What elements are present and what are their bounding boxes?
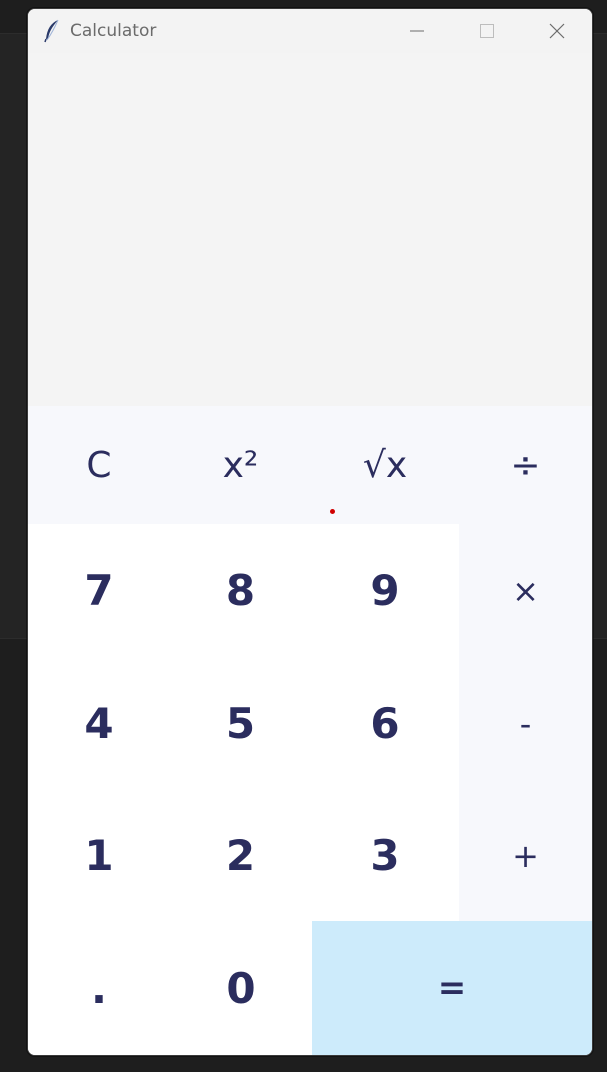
add-button[interactable]: + <box>459 790 592 921</box>
close-icon <box>549 23 565 39</box>
digit-7-button[interactable]: 7 <box>28 524 170 657</box>
equals-button[interactable]: = <box>312 921 592 1055</box>
calculator-window: Calculator C x² √x ÷ 7 8 9 × 4 5 6 - 1 2… <box>27 8 593 1056</box>
subtract-button[interactable]: - <box>459 657 592 790</box>
title-bar[interactable]: Calculator <box>28 9 592 53</box>
sqrt-button[interactable]: √x <box>311 406 459 524</box>
calculator-display <box>28 53 592 406</box>
feather-icon <box>42 19 62 43</box>
clear-button[interactable]: C <box>28 406 170 524</box>
square-button[interactable]: x² <box>170 406 311 524</box>
digit-1-button[interactable]: 1 <box>28 790 170 921</box>
maximize-icon <box>480 24 494 38</box>
minimize-icon <box>410 30 424 32</box>
cursor-marker <box>330 509 335 514</box>
digit-0-button[interactable]: 0 <box>170 921 312 1055</box>
multiply-button[interactable]: × <box>459 524 592 657</box>
digit-3-button[interactable]: 3 <box>311 790 459 921</box>
digit-2-button[interactable]: 2 <box>170 790 311 921</box>
digit-8-button[interactable]: 8 <box>170 524 311 657</box>
maximize-button[interactable] <box>452 9 522 53</box>
divide-button[interactable]: ÷ <box>459 406 592 524</box>
minimize-button[interactable] <box>382 9 452 53</box>
digit-6-button[interactable]: 6 <box>311 657 459 790</box>
close-button[interactable] <box>522 9 592 53</box>
digit-5-button[interactable]: 5 <box>170 657 311 790</box>
digit-4-button[interactable]: 4 <box>28 657 170 790</box>
window-title: Calculator <box>70 21 157 41</box>
digit-9-button[interactable]: 9 <box>311 524 459 657</box>
decimal-button[interactable]: . <box>28 921 170 1055</box>
